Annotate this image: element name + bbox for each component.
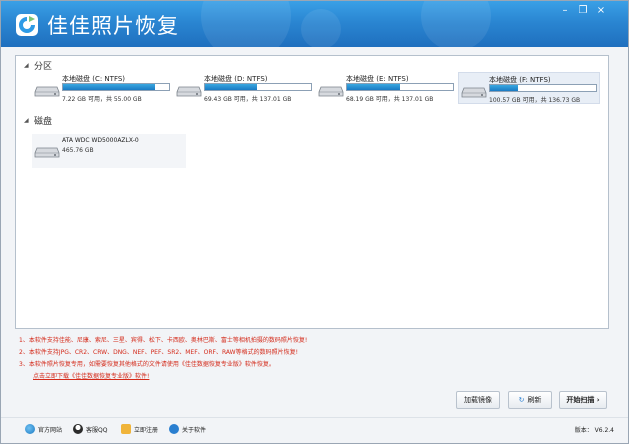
browser-icon — [25, 424, 35, 434]
download-link-row: 点击立即下载《佳佳数据恢复专业版》软件! — [19, 371, 599, 383]
disk-section-header[interactable]: ◢ 磁盘 — [24, 114, 53, 127]
about-label: 关于软件 — [182, 426, 207, 434]
download-pro-link[interactable]: 点击立即下载《佳佳数据恢复专业版》软件! — [33, 373, 149, 380]
info-icon — [169, 424, 179, 434]
support-qq-link[interactable]: 客服QQ — [73, 424, 107, 434]
drive-size: 69.43 GB 可用，共 137.01 GB — [204, 96, 292, 103]
restore-icon[interactable]: ❐ — [575, 5, 591, 17]
refresh-button[interactable]: ↻ 刷新 — [508, 391, 552, 409]
close-icon[interactable]: × — [593, 5, 609, 17]
official-site-label: 官方网站 — [38, 426, 63, 434]
drive-usage-bar — [204, 83, 312, 91]
key-icon — [121, 424, 131, 434]
drive-usage-bar — [62, 83, 170, 91]
collapse-triangle-icon[interactable]: ◢ — [24, 62, 34, 69]
official-site-link[interactable]: 官方网站 — [25, 424, 62, 434]
collapse-triangle-icon[interactable]: ◢ — [24, 117, 34, 124]
drive-item-c[interactable]: 本地磁盘 (C: NTFS) 7.22 GB 可用，共 55.00 GB — [32, 72, 174, 104]
support-qq-label: 客服QQ — [86, 426, 108, 434]
title-bar[interactable]: 佳佳照片恢复 – ❐ × — [1, 1, 628, 47]
hard-drive-icon — [318, 86, 344, 97]
drive-size: 68.19 GB 可用，共 137.01 GB — [346, 96, 434, 103]
load-image-button[interactable]: 加载镜像 — [456, 391, 500, 409]
drive-size: 100.57 GB 可用，共 136.73 GB — [489, 97, 581, 104]
load-image-label: 加载镜像 — [464, 396, 492, 404]
drive-size: 7.22 GB 可用，共 55.00 GB — [62, 96, 142, 103]
note-line: 2、本软件支持JPG、CR2、CRW、DNG、NEF、PEF、SR2、MEF、O… — [19, 349, 299, 356]
register-link[interactable]: 立即注册 — [121, 424, 158, 434]
app-logo-icon — [16, 14, 38, 36]
app-title: 佳佳照片恢复 — [47, 14, 179, 38]
app-window: 佳佳照片恢复 – ❐ × ◢ 分区 本地磁盘 (C: NTFS) 7.22 GB… — [0, 0, 629, 444]
about-link[interactable]: 关于软件 — [169, 424, 206, 434]
note-line: 1、本软件支持佳能、尼康、索尼、三星、宾得、松下、卡西欧、奥林巴斯、富士等相机拍… — [19, 337, 308, 344]
notes-section: 1、本软件支持佳能、尼康、索尼、三星、宾得、松下、卡西欧、奥林巴斯、富士等相机拍… — [19, 335, 599, 383]
partition-section-label: 分区 — [34, 61, 53, 72]
refresh-label: 刷新 — [527, 396, 542, 404]
drive-panel: ◢ 分区 本地磁盘 (C: NTFS) 7.22 GB 可用，共 55.00 G… — [15, 55, 609, 329]
hard-drive-icon — [176, 86, 202, 97]
drive-usage-bar — [489, 84, 597, 92]
minimize-icon[interactable]: – — [557, 5, 573, 17]
refresh-icon: ↻ — [518, 396, 525, 404]
disk-size: 465.76 GB — [62, 147, 94, 154]
register-label: 立即注册 — [134, 426, 159, 434]
footer-bar: 官方网站 客服QQ 立即注册 关于软件 版本： V6.2.4 — [1, 417, 628, 443]
hard-drive-icon — [34, 86, 60, 97]
disk-name: ATA WDC WD5000AZLX-0 — [62, 137, 139, 144]
chevron-right-icon: › — [594, 396, 600, 404]
start-scan-label: 开始扫描 — [566, 396, 595, 404]
partition-section-header[interactable]: ◢ 分区 — [24, 59, 53, 72]
drive-usage-bar — [346, 83, 454, 91]
version-text: 版本： V6.2.4 — [574, 427, 614, 434]
hard-drive-icon — [461, 87, 487, 98]
hard-drive-icon — [34, 147, 60, 158]
disk-item[interactable]: ATA WDC WD5000AZLX-0 465.76 GB — [32, 134, 186, 168]
drive-item-e[interactable]: 本地磁盘 (E: NTFS) 68.19 GB 可用，共 137.01 GB — [316, 72, 458, 104]
disk-section-label: 磁盘 — [34, 116, 53, 127]
note-line: 3、本软件照片恢复专用，如需要恢复其他格式的文件请使用《佳佳数据恢复专业版》软件… — [19, 361, 275, 368]
drive-item-f[interactable]: 本地磁盘 (F: NTFS) 100.57 GB 可用，共 136.73 GB — [458, 72, 600, 104]
qq-penguin-icon — [73, 424, 83, 434]
start-scan-button[interactable]: 开始扫描 › — [559, 391, 607, 409]
drive-item-d[interactable]: 本地磁盘 (D: NTFS) 69.43 GB 可用，共 137.01 GB — [174, 72, 316, 104]
